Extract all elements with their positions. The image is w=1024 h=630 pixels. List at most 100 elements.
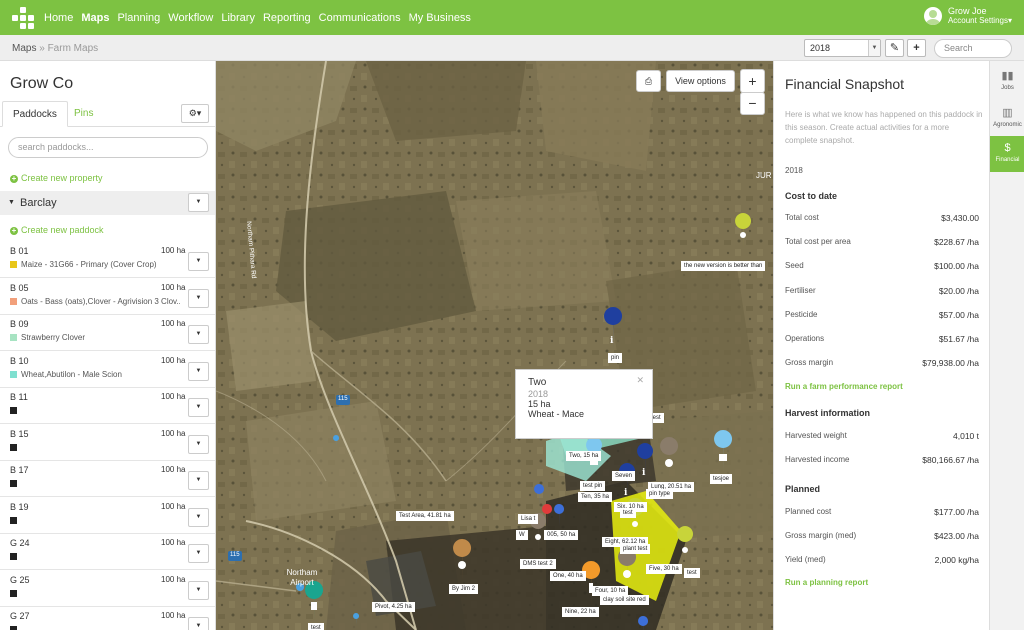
paddock-label[interactable]: Test Area, 41.81 ha bbox=[396, 511, 454, 521]
nav-my-business[interactable]: My Business bbox=[405, 12, 475, 24]
breadcrumb-maps[interactable]: Maps bbox=[12, 43, 36, 54]
section-heading-planned: Planned bbox=[785, 484, 821, 494]
paddock-menu-button[interactable]: ▼ bbox=[188, 398, 209, 417]
paddock-crop-label: Maize - 31G66 - Primary (Cover Crop) bbox=[21, 260, 157, 269]
account-menu[interactable]: Grow Joe Account Settings▾ bbox=[923, 6, 1012, 26]
map-pin-label[interactable]: tesjoe bbox=[710, 474, 733, 484]
map-pin-label[interactable]: plant test bbox=[620, 544, 651, 554]
paddock-label[interactable]: Two, 15 ha bbox=[566, 451, 602, 461]
create-paddock-label: Create new paddock bbox=[21, 225, 104, 235]
paddock-area: 100 ha bbox=[161, 611, 186, 620]
paddock-menu-button[interactable]: ▼ bbox=[188, 288, 209, 308]
map-pin-label[interactable]: test bbox=[308, 623, 324, 630]
tab-paddocks[interactable]: Paddocks bbox=[2, 101, 68, 127]
map-pin-label[interactable]: pin bbox=[608, 353, 623, 363]
paddock-row[interactable]: B 05 100 ha Oats - Bass (oats),Clover - Ag… bbox=[0, 279, 215, 315]
paddock-menu-button[interactable]: ▼ bbox=[188, 544, 209, 563]
property-menu-button[interactable]: ▼ bbox=[188, 193, 209, 212]
paddock-row[interactable]: B 09 100 ha Strawberry Clover ▼ bbox=[0, 315, 215, 351]
paddock-menu-button[interactable]: ▼ bbox=[188, 434, 209, 454]
nav-workflow[interactable]: Workflow bbox=[164, 12, 217, 24]
nav-maps[interactable]: Maps bbox=[77, 12, 113, 24]
paddock-row[interactable]: B 17 100 ha ▼ bbox=[0, 461, 215, 497]
breadcrumb-current: Farm Maps bbox=[47, 43, 99, 54]
map-pin-label[interactable]: the new version is better than bbox=[681, 261, 766, 271]
nav-planning[interactable]: Planning bbox=[113, 12, 164, 24]
paddock-label[interactable]: Lisa t bbox=[518, 514, 539, 524]
paddock-label[interactable]: One, 40 ha bbox=[550, 571, 586, 581]
paddock-label[interactable]: 005, 50 ha bbox=[544, 530, 579, 540]
zoom-out-button[interactable]: − bbox=[740, 92, 765, 115]
section-heading-cost: Cost to date bbox=[785, 191, 838, 201]
search-input[interactable]: Search bbox=[934, 39, 1012, 58]
app-logo-icon[interactable] bbox=[12, 6, 34, 29]
paddock-row[interactable]: G 27 100 ha ▼ bbox=[0, 607, 215, 630]
property-group-row[interactable]: ▼ Barclay ▼ bbox=[0, 191, 215, 215]
nav-communications[interactable]: Communications bbox=[315, 12, 405, 24]
farm-map[interactable]: i i i Northam Pithara Rd JUR 115 115 Nor… bbox=[216, 61, 773, 630]
close-icon[interactable]: ✕ bbox=[636, 375, 644, 386]
paddock-search-input[interactable]: search paddocks... bbox=[8, 137, 208, 158]
create-property-link[interactable]: + Create new property bbox=[10, 173, 103, 183]
print-button[interactable]: ⎙ bbox=[636, 70, 661, 92]
account-name: Grow Joe bbox=[947, 6, 987, 16]
map-pin-label[interactable]: clay soil site red bbox=[600, 595, 649, 605]
paddock-row[interactable]: B 11 100 ha ▼ bbox=[0, 388, 215, 424]
nav-library[interactable]: Library bbox=[217, 12, 259, 24]
settings-dropdown-button[interactable]: ⚙▾ bbox=[181, 104, 209, 123]
paddock-menu-button[interactable]: ▼ bbox=[188, 580, 209, 600]
paddock-area: 100 ha bbox=[161, 355, 186, 365]
paddock-label[interactable]: Pivot, 4.25 ha bbox=[372, 602, 415, 612]
paddock-label[interactable]: W bbox=[516, 530, 528, 540]
paddock-menu-button[interactable]: ▼ bbox=[188, 471, 209, 490]
paddock-row[interactable]: B 10 100 ha Wheat,Abutilon - Male Scion ▼ bbox=[0, 352, 215, 388]
map-pin-label[interactable]: test pin bbox=[580, 481, 606, 491]
map-pin-label[interactable]: test bbox=[620, 508, 636, 518]
paddock-row[interactable]: B 01 100 ha Maize - 31G66 - Primary (Cover… bbox=[0, 242, 215, 278]
add-button[interactable]: + bbox=[907, 39, 926, 57]
zoom-in-button[interactable]: + bbox=[740, 69, 765, 93]
paddock-label[interactable]: Nine, 22 ha bbox=[562, 607, 599, 617]
map-pin-label[interactable]: DMS test 2 bbox=[520, 559, 556, 569]
rail-agronomic[interactable]: ▥ Agronomic bbox=[990, 101, 1024, 137]
paddock-row[interactable]: G 24 100 ha ▼ bbox=[0, 534, 215, 570]
paddock-label[interactable]: Ten, 35 ha bbox=[578, 492, 613, 502]
paddock-row[interactable]: B 19 100 ha ▼ bbox=[0, 498, 215, 534]
rail-financial[interactable]: $ Financial bbox=[990, 136, 1024, 172]
paddock-menu-button[interactable]: ▼ bbox=[188, 507, 209, 527]
create-paddock-link[interactable]: + Create new paddock bbox=[10, 225, 104, 235]
planning-report-link[interactable]: Run a planning report bbox=[785, 578, 868, 587]
paddock-row[interactable]: G 25 100 ha ▼ bbox=[0, 571, 215, 607]
paddock-label[interactable]: Five, 30 ha bbox=[646, 564, 682, 574]
paddock-menu-button[interactable]: ▼ bbox=[188, 252, 209, 271]
nav-home[interactable]: Home bbox=[40, 12, 77, 24]
rail-jobs[interactable]: ▮▮ Jobs bbox=[990, 64, 1024, 100]
snapshot-row-value: $100.00 /ha bbox=[934, 261, 979, 272]
breadcrumb-bar: Maps » Farm Maps 2018 ▼ ✎ + Search bbox=[0, 35, 1024, 61]
farm-performance-report-link[interactable]: Run a farm performance report bbox=[785, 382, 903, 391]
tab-pins[interactable]: Pins bbox=[64, 101, 103, 127]
year-select[interactable]: 2018 ▼ bbox=[804, 39, 881, 57]
caret-down-icon[interactable]: ▼ bbox=[8, 199, 15, 206]
view-options-button[interactable]: View options bbox=[666, 70, 735, 92]
paddock-menu-button[interactable]: ▼ bbox=[188, 325, 209, 344]
paddock-label[interactable]: Seven bbox=[612, 471, 636, 481]
snapshot-row-label: Pesticide bbox=[785, 309, 818, 319]
snapshot-year: 2018 bbox=[785, 166, 803, 175]
edit-button[interactable]: ✎ bbox=[885, 39, 904, 57]
place-label: Northam Airport bbox=[286, 568, 318, 587]
paddock-name: B 10 bbox=[10, 355, 29, 366]
breadcrumb: Maps » Farm Maps bbox=[12, 43, 98, 54]
paddock-menu-button[interactable]: ▼ bbox=[188, 361, 209, 381]
paddock-row[interactable]: B 15 100 ha ▼ bbox=[0, 425, 215, 461]
paddock-menu-button[interactable]: ▼ bbox=[188, 617, 209, 630]
paddock-name: B 15 bbox=[10, 428, 29, 439]
paddock-crop bbox=[10, 406, 180, 415]
snapshot-row-label: Operations bbox=[785, 334, 825, 343]
nav-reporting[interactable]: Reporting bbox=[259, 12, 315, 24]
place-label: JUR bbox=[756, 171, 772, 180]
account-settings-link[interactable]: Account Settings▾ bbox=[948, 16, 1012, 26]
map-pin-label[interactable]: test bbox=[684, 568, 700, 578]
map-pin-label[interactable]: pin type bbox=[646, 489, 674, 499]
map-pin-label[interactable]: By Jim 2 bbox=[449, 584, 479, 594]
